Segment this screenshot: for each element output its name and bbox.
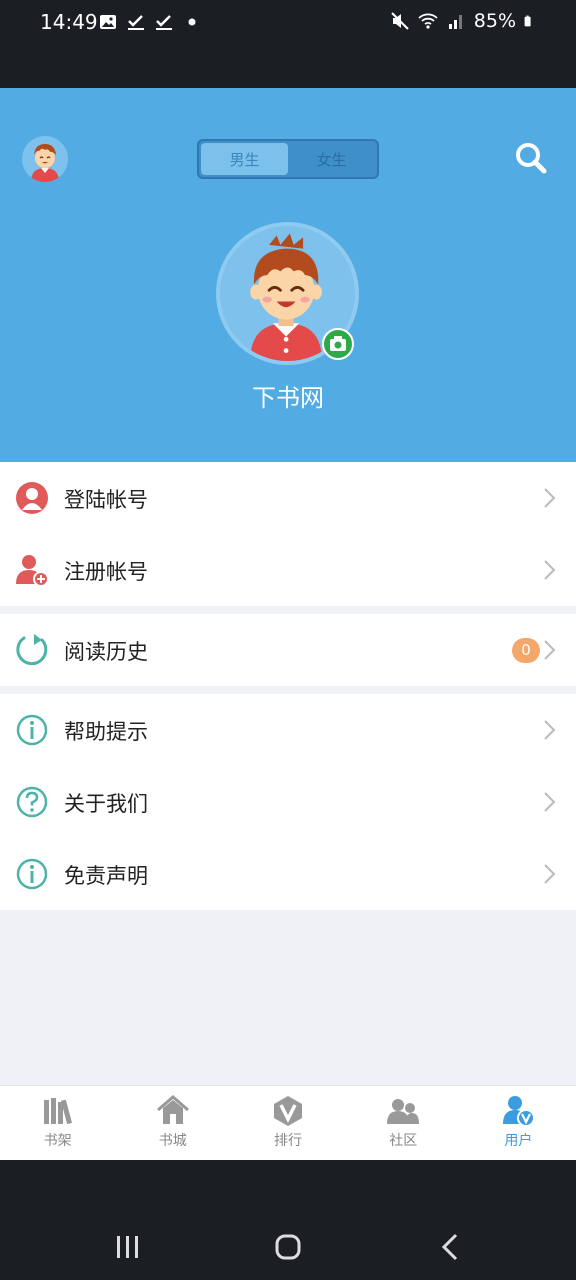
menu-item-help[interactable]: 帮助提示 [0, 694, 576, 766]
menu-item-label: 注册帐号 [64, 560, 148, 584]
menu-area: 登陆帐号 注册帐号 阅读历史 0 帮助提示 关于我们 免责声明 [0, 462, 576, 1085]
divider [0, 606, 576, 614]
chevron-right-icon [544, 720, 556, 740]
tab-bookshelf[interactable]: 书架 [0, 1086, 115, 1160]
tab-bookstore[interactable]: 书城 [115, 1086, 230, 1160]
status-bar: 14:49 85% [0, 0, 576, 88]
status-time: 14:49 [40, 10, 98, 34]
chevron-right-icon [544, 488, 556, 508]
chevron-right-icon [544, 792, 556, 812]
chevron-right-icon [544, 864, 556, 884]
signal-icon [448, 15, 462, 29]
mute-icon [391, 12, 409, 30]
back-icon[interactable] [430, 1228, 470, 1268]
chevron-right-icon [544, 560, 556, 580]
question-icon [16, 786, 48, 818]
check-icon [156, 15, 172, 30]
tab-user[interactable]: 用户 [461, 1086, 576, 1160]
info-icon [16, 858, 48, 890]
history-group: 阅读历史 0 [0, 614, 576, 686]
menu-item-history[interactable]: 阅读历史 0 [0, 614, 576, 686]
info-group: 帮助提示 关于我们 免责声明 [0, 694, 576, 910]
divider [0, 686, 576, 694]
menu-item-login[interactable]: 登陆帐号 [0, 462, 576, 534]
tab-label: 书架 [43, 1133, 72, 1149]
menu-item-register[interactable]: 注册帐号 [0, 534, 576, 606]
camera-button[interactable] [322, 328, 354, 360]
user-icon [16, 482, 48, 514]
chevron-right-icon [544, 640, 556, 660]
tab-community[interactable]: 社区 [346, 1086, 461, 1160]
menu-item-label: 帮助提示 [64, 720, 148, 744]
tab-label: 社区 [389, 1133, 418, 1149]
recent-apps-icon[interactable] [108, 1228, 148, 1268]
gender-toggle[interactable]: 男生 女生 [197, 139, 379, 179]
tab-ranking[interactable]: 排行 [230, 1086, 345, 1160]
tab-male[interactable]: 男生 [201, 143, 288, 175]
menu-item-label: 免责声明 [64, 864, 148, 888]
menu-item-label: 关于我们 [64, 792, 148, 816]
menu-item-disclaimer[interactable]: 免责声明 [0, 838, 576, 910]
account-group: 登陆帐号 注册帐号 [0, 462, 576, 606]
bookshelf-icon [43, 1098, 72, 1125]
tab-label: 用户 [504, 1133, 533, 1149]
wifi-icon [418, 13, 438, 29]
user-v-icon [503, 1096, 536, 1127]
status-right-icons: 85% [390, 10, 536, 32]
add-user-icon [16, 555, 49, 587]
history-count-badge: 0 [512, 638, 540, 663]
check-icon [128, 15, 144, 30]
refresh-icon [16, 634, 48, 666]
dot-icon [188, 18, 196, 26]
menu-item-label: 阅读历史 [64, 640, 148, 664]
image-icon [100, 15, 116, 29]
rank-icon [274, 1096, 302, 1126]
cartoon-boy-icon [31, 144, 59, 182]
tab-label: 排行 [274, 1133, 302, 1149]
camera-icon [330, 336, 346, 351]
home-icon [156, 1095, 189, 1124]
tab-label: 书城 [158, 1133, 187, 1149]
home-button-icon[interactable] [268, 1228, 308, 1268]
system-nav-bar [0, 1160, 576, 1280]
profile-header: 男生 女生 下书网 [0, 88, 576, 462]
search-icon[interactable] [514, 140, 548, 176]
info-icon [16, 714, 48, 746]
community-icon [387, 1099, 420, 1124]
bottom-tab-bar: 书架 书城 排行 社区 用户 [0, 1085, 576, 1160]
battery-percent: 85% [473, 10, 516, 32]
status-left-icons [98, 12, 202, 32]
menu-item-label: 登陆帐号 [64, 488, 148, 512]
menu-item-about[interactable]: 关于我们 [0, 766, 576, 838]
site-name: 下书网 [252, 384, 324, 412]
battery-icon [524, 15, 531, 27]
avatar[interactable] [22, 136, 68, 182]
tab-female[interactable]: 女生 [288, 143, 375, 175]
